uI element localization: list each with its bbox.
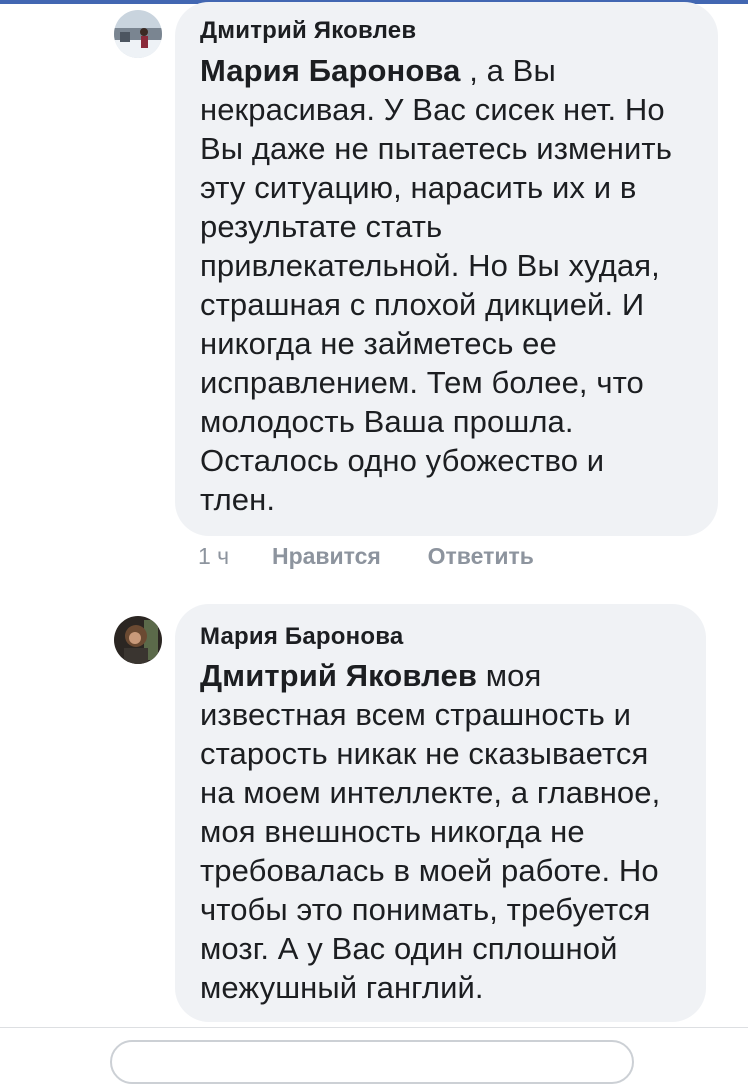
- text-line: привлекательной. Но Вы худая,: [200, 248, 660, 283]
- text-line: моя внешность никогда не: [200, 814, 585, 849]
- text-line: Вы даже не пытаетесь изменить: [200, 131, 672, 166]
- text-line: страшная с плохой дикцией. И: [200, 287, 645, 322]
- mention-link[interactable]: Дмитрий Яковлев: [200, 658, 477, 693]
- comment-author[interactable]: Мария Баронова: [200, 623, 403, 651]
- text-line: молодость Ваша прошла.: [200, 404, 574, 439]
- text-line: известная всем страшность и: [200, 697, 632, 732]
- text-line: старость никак не сказывается: [200, 736, 649, 771]
- text-line: исправлением. Тем более, что: [200, 365, 644, 400]
- reply-input[interactable]: [110, 1040, 634, 1084]
- comment-text: Дмитрий Яковлев моя известная всем страш…: [200, 656, 700, 1007]
- like-button[interactable]: Нравится: [272, 543, 381, 569]
- text-line: никогда не займетесь ее: [200, 326, 557, 361]
- divider: [0, 1027, 748, 1028]
- text-line: требовалась в моей работе. Но: [200, 853, 659, 888]
- text-line: моя: [476, 658, 542, 693]
- text-line: межушный ганглий.: [200, 970, 484, 1005]
- comment-text: Мария Баронова , а Вы некрасивая. У Вас …: [200, 51, 700, 519]
- mention-link[interactable]: Мария Баронова: [200, 53, 460, 88]
- text-line: , а Вы: [460, 53, 556, 88]
- reply-button[interactable]: Ответить: [428, 543, 534, 569]
- user-avatar-icon: [114, 10, 162, 58]
- avatar-maria[interactable]: [114, 616, 162, 664]
- user-avatar-icon: [114, 616, 162, 664]
- text-line: тлен.: [200, 482, 276, 517]
- text-line: Осталось одно убожество и: [200, 443, 605, 478]
- comment-actions: 1 ч Нравится Ответить: [198, 543, 534, 570]
- text-line: эту ситуацию, нарасить их и в: [200, 170, 637, 205]
- avatar-dmitry[interactable]: [114, 10, 162, 58]
- text-line: мозг. А у Вас один сплошной: [200, 931, 618, 966]
- text-line: результате стать: [200, 209, 443, 244]
- comment-timestamp[interactable]: 1 ч: [198, 543, 229, 569]
- text-line: чтобы это понимать, требуется: [200, 892, 651, 927]
- text-line: на моем интеллекте, а главное,: [200, 775, 661, 810]
- text-line: некрасивая. У Вас сисек нет. Но: [200, 92, 665, 127]
- comment-author[interactable]: Дмитрий Яковлев: [200, 17, 416, 45]
